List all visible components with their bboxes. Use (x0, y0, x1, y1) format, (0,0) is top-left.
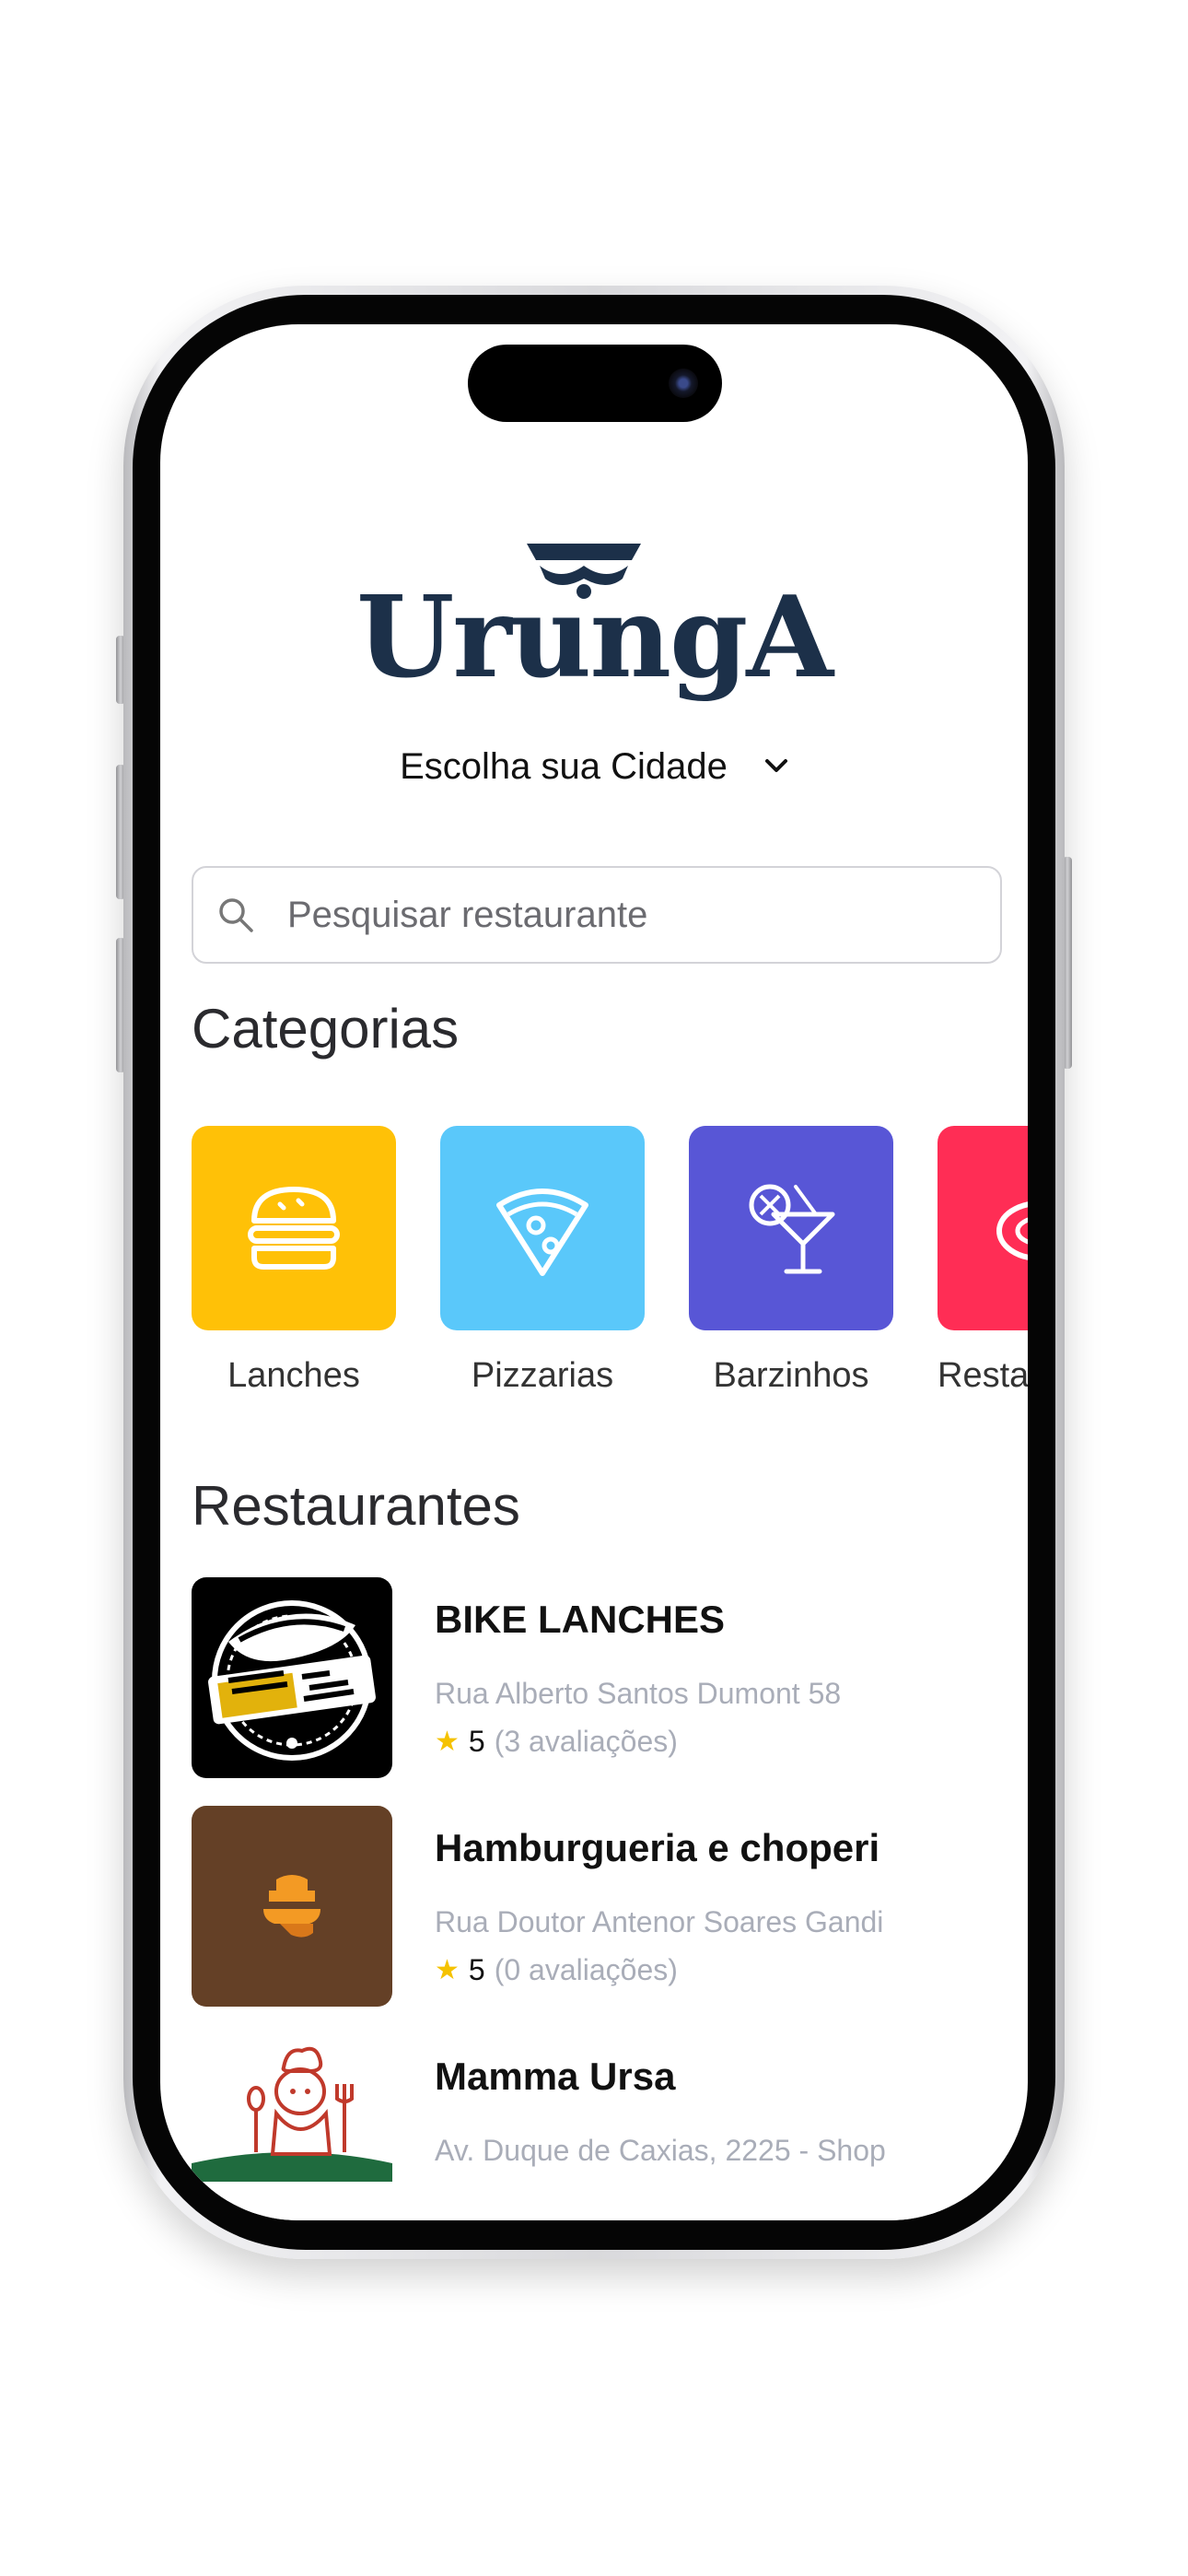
device-mockup: UrungA Escolha sua Cidade Categorias (0, 0, 1188, 2576)
search-bar[interactable] (192, 866, 1002, 964)
restaurant-card[interactable]: Hamburgueria e choperi Rua Doutor Anteno… (192, 1806, 910, 2008)
restaurant-address: Rua Doutor Antenor Soares Gandi (435, 1905, 884, 1938)
dynamic-island (468, 345, 722, 422)
restaurant-logo (192, 2034, 392, 2182)
chevron-down-icon (764, 758, 788, 775)
search-input[interactable] (285, 893, 952, 937)
category-tile (938, 1126, 1028, 1330)
restaurant-rating: ★ 5 (0 avaliações) (435, 1953, 678, 1987)
category-restaurantes[interactable]: Resta (938, 1126, 1028, 1396)
category-barzinhos[interactable]: Barzinhos (689, 1126, 893, 1396)
screen-bottom-area (160, 2189, 1028, 2220)
categories-title: Categorias (192, 998, 460, 1060)
restaurant-name: Mamma Ursa (435, 2055, 676, 2098)
restaurant-logo (192, 1577, 392, 1778)
category-pizzarias[interactable]: Pizzarias (440, 1126, 645, 1396)
categories-carousel[interactable]: Lanches Pizzarias Barzinhos Resta (192, 1126, 1028, 1421)
burger-icon (248, 1187, 340, 1270)
camera-icon (669, 369, 698, 398)
category-label: Pizzarias (471, 1356, 614, 1395)
restaurant-address: Av. Duque de Caxias, 2225 - Shop (435, 2134, 886, 2167)
category-tile (192, 1126, 396, 1330)
app-screen: UrungA Escolha sua Cidade Categorias (160, 324, 1028, 2220)
city-dropdown[interactable]: Escolha sua Cidade (160, 730, 1028, 803)
dish-icon (996, 1201, 1028, 1260)
category-label: Lanches (227, 1356, 360, 1395)
logo-wordmark: UrungA (355, 570, 833, 703)
pizza-icon (496, 1188, 588, 1276)
category-label: Barzinhos (713, 1356, 869, 1395)
restaurant-logo (192, 1806, 392, 2007)
restaurant-address: Rua Alberto Santos Dumont 58 (435, 1677, 842, 1710)
rating-value: 5 (468, 1725, 485, 1758)
restaurant-name: Hamburgueria e choperi (435, 1826, 880, 1869)
cocktail-icon (749, 1184, 835, 1274)
restaurant-card[interactable]: BIKE LANCHES Rua Alberto Santos Dumont 5… (192, 1577, 910, 1780)
restaurants-title: Restaurantes (192, 1475, 520, 1537)
restaurant-name: BIKE LANCHES (435, 1598, 726, 1641)
rating-value: 5 (468, 1953, 485, 1986)
category-tile (689, 1126, 893, 1330)
rating-count: (3 avaliações) (494, 1725, 678, 1758)
city-dropdown-label: Escolha sua Cidade (400, 745, 728, 787)
category-tile (440, 1126, 645, 1330)
rating-count: (0 avaliações) (494, 1953, 678, 1986)
restaurant-rating: ★ 5 (3 avaliações) (435, 1725, 678, 1759)
category-lanches[interactable]: Lanches (192, 1126, 396, 1396)
star-icon: ★ (435, 1727, 460, 1757)
app-logo: UrungA (160, 527, 1028, 693)
search-icon (214, 893, 258, 937)
star-icon: ★ (435, 1955, 460, 1985)
category-label: Resta (938, 1356, 1028, 1395)
